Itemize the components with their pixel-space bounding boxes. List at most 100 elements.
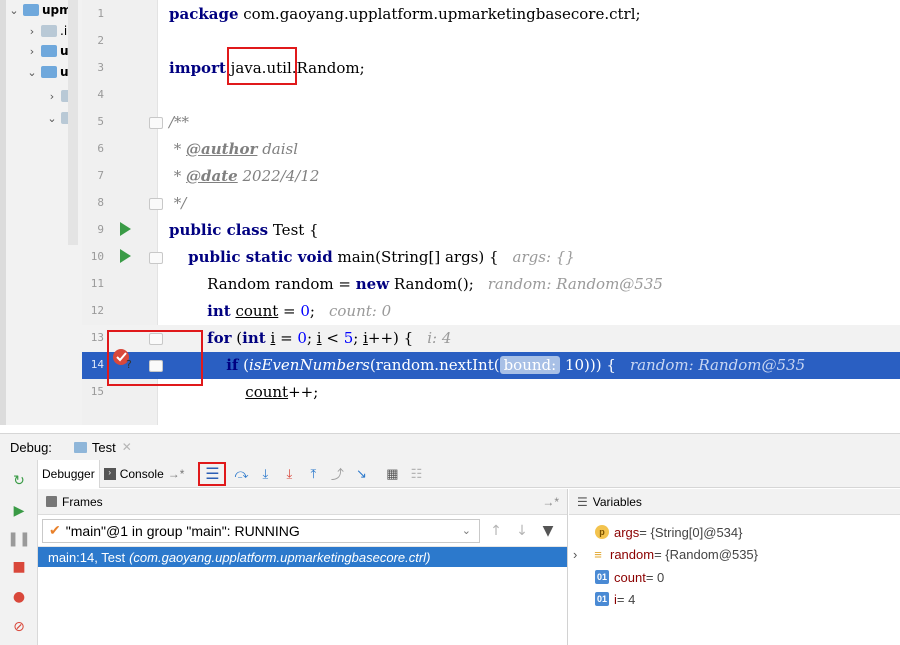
debug-session-label: Test [91, 439, 116, 455]
step-out-icon[interactable]: ⤒ [304, 465, 322, 483]
code-text[interactable]: /** [169, 113, 189, 131]
debug-session-tab[interactable]: Test ✕ [68, 438, 138, 457]
code-token: isEvenNumbers [249, 356, 370, 374]
variable-row-random[interactable]: › ≡ random = {Random@535} [573, 543, 758, 565]
code-line[interactable]: 5 /** [82, 109, 900, 136]
breakpoint-icon[interactable]: ? [112, 347, 134, 369]
fold-marker-icon[interactable] [149, 333, 163, 345]
code-line[interactable]: 2 [82, 28, 900, 55]
code-token: Random random = [169, 275, 356, 293]
variable-name: args [614, 524, 640, 540]
chevron-down-icon[interactable]: ⌄ [26, 66, 38, 79]
code-line[interactable]: 14 if (isEvenNumbers(random.nextInt(boun… [82, 352, 900, 379]
force-step-into-icon[interactable]: ⤓ [280, 465, 298, 483]
arrow-up-icon[interactable]: ↑ [486, 523, 506, 539]
arrow-down-icon[interactable]: ↓ [512, 523, 532, 539]
evaluate-expression-icon[interactable]: ▦ [383, 465, 401, 483]
tree-scrollbar[interactable] [68, 0, 78, 245]
fold-marker-icon[interactable] [149, 360, 163, 372]
code-line[interactable]: 10 public static void main(String[] args… [82, 244, 900, 271]
code-text[interactable]: if (isEvenNumbers(random.nextInt(bound: … [169, 356, 805, 374]
step-over-icon[interactable]: ⤼ [232, 465, 250, 483]
tab-debugger[interactable]: Debugger [38, 459, 100, 488]
mute-breakpoints-icon[interactable]: ⊘ [10, 618, 28, 636]
code-line[interactable]: 6 * @author daisl [82, 136, 900, 163]
code-line[interactable]: 3 import java.util.Random; [82, 55, 900, 82]
code-line[interactable]: 9 public class Test { [82, 217, 900, 244]
tree-node-project[interactable]: ⌄ upm [8, 0, 71, 20]
code-token: int [242, 329, 266, 347]
code-line[interactable]: 11 Random random = new Random(); random: … [82, 271, 900, 298]
resume-icon[interactable]: ▶ [10, 502, 28, 520]
code-token: < [321, 329, 344, 347]
code-token: count [235, 302, 279, 320]
run-main-icon[interactable] [120, 249, 131, 263]
line-number: 7 [97, 169, 104, 182]
code-text[interactable]: Random random = new Random(); random: Ran… [169, 275, 663, 293]
line-number: 11 [90, 277, 104, 290]
code-line[interactable]: 15 count++; [82, 379, 900, 406]
code-token: /** [169, 113, 190, 131]
step-into-icon[interactable]: ⤓ [256, 465, 274, 483]
code-token: * [169, 167, 187, 185]
pause-icon[interactable]: ❚❚ [7, 530, 30, 548]
variable-row-count[interactable]: 01 count = 0 [595, 566, 664, 588]
code-line[interactable]: 1 package com.gaoyang.upplatform.upmarket… [82, 1, 900, 28]
stop-icon[interactable]: ■ [10, 558, 28, 576]
rerun-icon[interactable]: ↻ [10, 472, 28, 490]
thread-row: ✔ "main"@1 in group "main": RUNNING ⌄ ↑ … [38, 515, 567, 547]
view-breakpoints-icon[interactable]: ● [10, 588, 28, 606]
chevron-down-icon[interactable]: ⌄ [8, 4, 20, 17]
fold-marker-icon[interactable] [149, 198, 163, 210]
filter-icon[interactable]: ▼ [538, 523, 558, 539]
chevron-right-icon[interactable]: › [573, 547, 591, 562]
code-line[interactable]: 7 * @date 2022/4/12 [82, 163, 900, 190]
code-editor[interactable]: 1 package com.gaoyang.upplatform.upmarket… [82, 0, 900, 425]
tree-node-idea[interactable]: › .i [26, 21, 67, 41]
run-class-icon[interactable] [120, 222, 131, 236]
stack-frame-row[interactable]: main:14, Test (com.gaoyang.upplatform.up… [38, 547, 567, 567]
code-text[interactable]: */ [169, 194, 187, 212]
code-line[interactable]: 13 for (int i = 0; i < 5; i++) {i: 4 [82, 325, 900, 352]
tree-node-module[interactable]: ⌄ u [26, 62, 68, 82]
code-text[interactable]: package com.gaoyang.upplatform.upmarketi… [169, 5, 641, 23]
code-text[interactable]: public class Test { [169, 221, 319, 239]
trace-current-stream-icon[interactable]: ☷ [407, 465, 425, 483]
frames-header: Frames →* [38, 489, 567, 515]
debug-side-toolbar: ↻ ▶ ❚❚ ■ ● ⊘ [0, 460, 38, 645]
chevron-down-icon[interactable]: ⌄ [46, 112, 58, 125]
chevron-right-icon[interactable]: › [26, 25, 38, 38]
code-text[interactable]: count++; [169, 383, 318, 401]
thread-select[interactable]: ✔ "main"@1 in group "main": RUNNING ⌄ [42, 518, 480, 543]
variables-title: Variables [592, 494, 642, 509]
tab-console[interactable]: › Console →* [100, 460, 189, 488]
code-text[interactable]: import java.util.Random; [169, 59, 365, 77]
close-icon[interactable]: ✕ [122, 440, 132, 454]
tree-node-module[interactable]: › u [26, 41, 69, 61]
variable-row-args[interactable]: p args = {String[0]@534} [595, 521, 742, 543]
drop-frame-icon[interactable]: ⤴ [328, 465, 346, 483]
chevron-right-icon[interactable]: › [46, 90, 58, 103]
code-token: (random.nextInt( [369, 356, 500, 374]
chevron-right-icon[interactable]: › [26, 45, 38, 58]
code-text[interactable]: * @date 2022/4/12 [169, 167, 320, 185]
code-token: main(String[] args) { [332, 248, 499, 266]
run-to-cursor-icon[interactable]: ↘ [352, 465, 370, 483]
variables-icon: ☰ [577, 494, 588, 509]
module-folder-icon [23, 4, 39, 16]
variable-value: = {Random@535} [654, 546, 758, 562]
fold-marker-icon[interactable] [149, 252, 163, 264]
show-execution-point-icon[interactable]: ☰ [198, 461, 227, 486]
code-line[interactable]: 8 */ [82, 190, 900, 217]
code-token: = [278, 302, 301, 320]
variable-row-i[interactable]: 01 i = 4 [595, 588, 635, 610]
code-line[interactable]: 12 int count = 0; count: 0 [82, 298, 900, 325]
pin-icon[interactable]: →* [542, 495, 559, 509]
code-text[interactable]: int count = 0; count: 0 [169, 302, 391, 320]
code-text[interactable]: public static void main(String[] args) {… [169, 248, 575, 266]
code-text[interactable]: * @author daisl [169, 140, 298, 158]
frame-package: (com.gaoyang.upplatform.upmarketingbasec… [129, 549, 431, 565]
fold-marker-icon[interactable] [149, 117, 163, 129]
code-text[interactable]: for (int i = 0; i < 5; i++) {i: 4 [169, 329, 451, 347]
code-line[interactable]: 4 [82, 82, 900, 109]
